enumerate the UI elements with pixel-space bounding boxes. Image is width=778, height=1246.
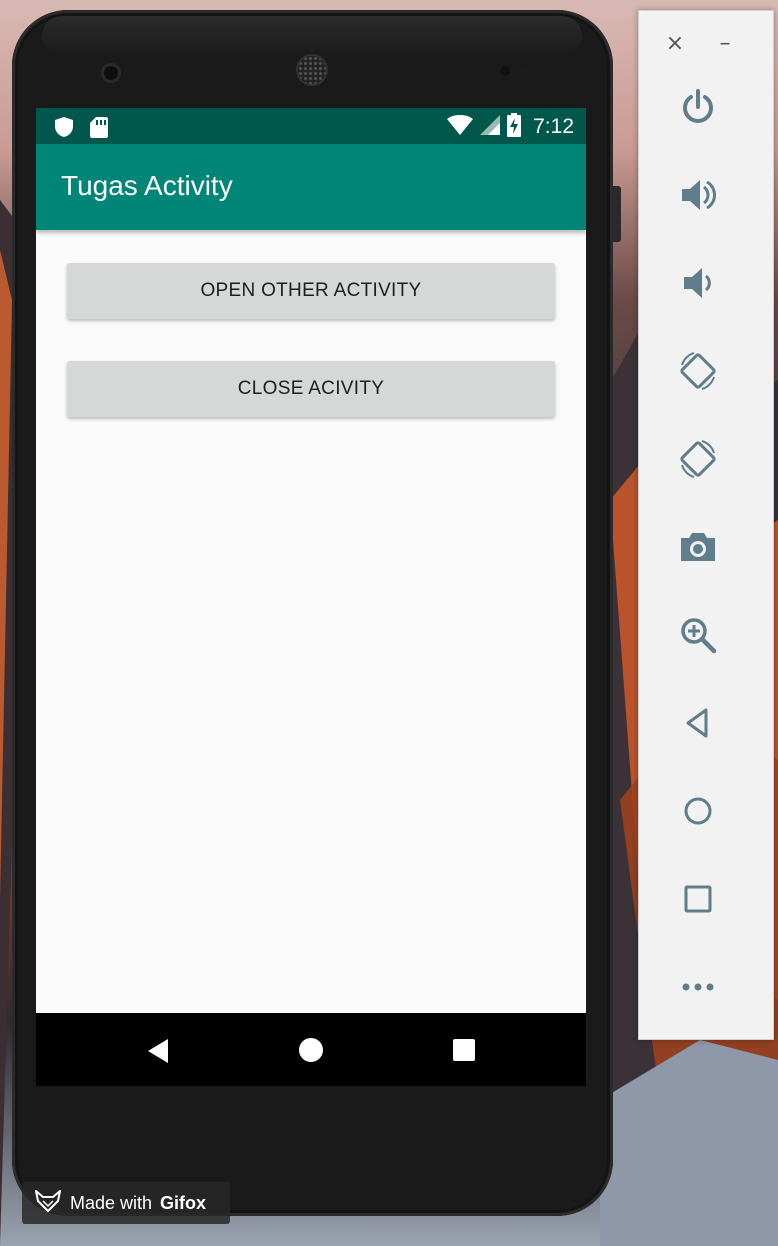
sd-card-icon [90, 116, 108, 142]
close-icon[interactable]: × [664, 29, 686, 59]
earpiece-speaker [298, 56, 326, 84]
watermark-prefix: Made with [70, 1192, 153, 1213]
volume-down-icon[interactable] [676, 261, 720, 305]
camera-icon[interactable] [676, 525, 720, 569]
rotate-right-icon[interactable] [676, 437, 720, 481]
watermark-brand: Gifox [160, 1192, 207, 1213]
more-icon[interactable] [676, 965, 720, 1009]
close-activity-button[interactable]: CLOSE ACIVITY [67, 361, 555, 417]
gifox-watermark: Made with Gifox [22, 1182, 230, 1224]
back-icon[interactable] [148, 1039, 168, 1063]
front-camera [104, 66, 118, 80]
battery-charging-icon [507, 113, 522, 141]
navigation-bar [36, 1013, 586, 1086]
page-title: Tugas Activity [61, 170, 233, 201]
home-icon[interactable] [299, 1038, 323, 1062]
status-bar: 7:12 [36, 108, 586, 144]
zoom-icon[interactable] [676, 613, 720, 657]
app-bar: Tugas Activity [36, 144, 586, 230]
shield-icon [54, 116, 74, 142]
volume-up-icon[interactable] [676, 173, 720, 217]
light-sensor [520, 68, 526, 74]
status-time: 7:12 [533, 115, 574, 138]
phone-side-button [613, 186, 621, 242]
proximity-sensor [500, 66, 510, 76]
home-icon[interactable] [676, 789, 720, 833]
emulator-toolbar: × – [638, 10, 774, 1040]
fox-logo-icon [34, 1189, 62, 1217]
signal-icon [479, 114, 501, 140]
overview-icon[interactable] [676, 877, 720, 921]
back-icon[interactable] [676, 701, 720, 745]
phone-gloss [42, 16, 582, 56]
rotate-left-icon[interactable] [676, 349, 720, 393]
recents-icon[interactable] [453, 1039, 475, 1061]
device-screen: 7:12 Tugas Activity OPEN OTHER ACTIVITY … [36, 108, 586, 1086]
power-icon[interactable] [676, 85, 720, 129]
wifi-icon [447, 114, 474, 140]
minimize-icon[interactable]: – [714, 29, 736, 59]
open-other-activity-button[interactable]: OPEN OTHER ACTIVITY [67, 263, 555, 319]
